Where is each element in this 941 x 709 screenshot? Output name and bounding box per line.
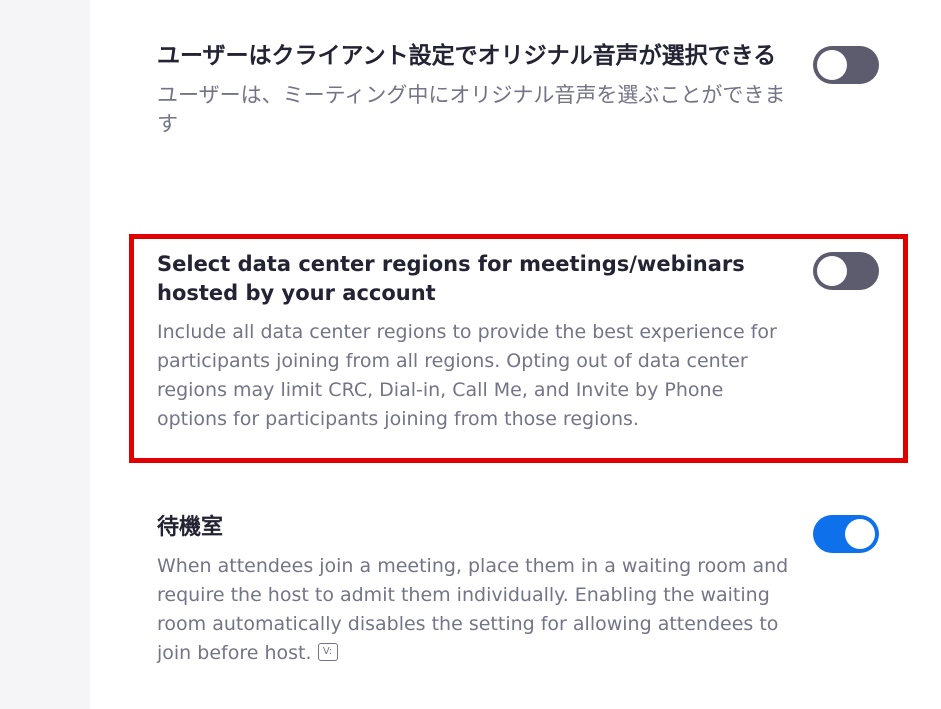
setting-data-center-regions: Select data center regions for meetings/…: [157, 250, 777, 434]
left-sidebar-panel: [0, 0, 90, 709]
toggle-knob: [845, 519, 875, 549]
info-badge-icon[interactable]: V:: [317, 642, 338, 661]
toggle-knob: [817, 256, 847, 286]
setting-title: Select data center regions for meetings/…: [157, 252, 745, 305]
setting-waiting-room: 待機室 When attendees join a meeting, place…: [157, 513, 797, 668]
setting-title: ユーザーはクライアント設定でオリジナル音声が選択できる: [157, 43, 777, 69]
waiting-room-toggle[interactable]: [813, 515, 879, 553]
setting-description-text: When attendees join a meeting, place the…: [157, 555, 789, 664]
toggle-knob: [817, 50, 847, 80]
setting-title: 待機室: [157, 515, 224, 540]
setting-original-sound: ユーザーはクライアント設定でオリジナル音声が選択できる ユーザーは、ミーティング…: [157, 42, 797, 139]
setting-description: When attendees join a meeting, place the…: [157, 552, 797, 668]
data-center-regions-toggle[interactable]: [813, 252, 879, 290]
setting-description: Include all data center regions to provi…: [157, 321, 777, 430]
setting-description: ユーザーは、ミーティング中にオリジナル音声を選ぶことができます: [157, 83, 786, 136]
original-sound-toggle[interactable]: [813, 46, 879, 84]
